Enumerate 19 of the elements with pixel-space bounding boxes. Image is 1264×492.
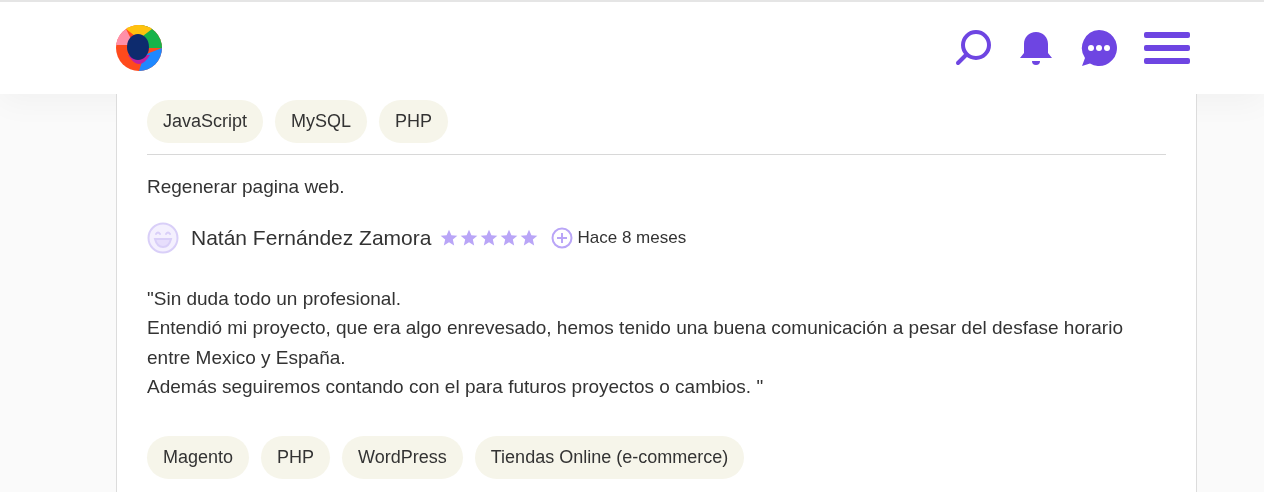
review-text: "Sin duda todo un profesional. — [147, 286, 402, 311]
skill-tag[interactable]: PHP — [379, 100, 449, 143]
skill-tag[interactable]: JavaScript — [147, 100, 264, 143]
review-title: Regenerar pagina web. — [147, 175, 346, 199]
smiley-avatar-icon — [147, 221, 179, 254]
menu-icon[interactable] — [1144, 32, 1190, 64]
review-text: Además seguiremos contando con el para futuros proyectos o cambios. " — [147, 375, 765, 399]
chat-bubble-icon[interactable] — [1080, 29, 1118, 67]
search-icon[interactable] — [954, 29, 992, 67]
skill-tag[interactable]: PHP — [261, 435, 331, 479]
skill-tag[interactable]: WordPress — [342, 435, 463, 479]
review-time: Hace 8 meses — [577, 226, 687, 249]
review-text: Entendió mi proyecto, que era algo enrevesado, hemos tenido una buena comunicación a pesar del desfase horario entre Mexico y España. — [147, 316, 1124, 370]
reviewer-name: Natán Fernández Zamora — [191, 224, 432, 251]
bell-icon[interactable] — [1018, 29, 1054, 67]
skill-tag[interactable]: Tiendas Online (e-commerce) — [474, 435, 745, 479]
logo-icon[interactable] — [116, 25, 162, 71]
skill-tag[interactable]: MySQL — [275, 100, 368, 143]
skill-tag[interactable]: Magento — [147, 435, 250, 479]
